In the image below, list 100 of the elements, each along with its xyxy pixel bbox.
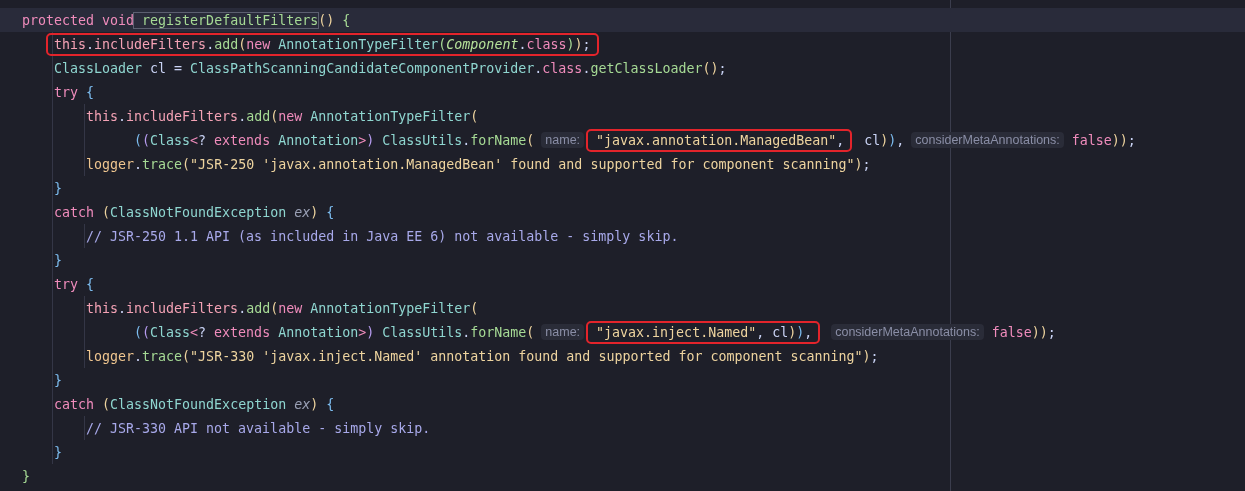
bracket: )	[880, 132, 889, 148]
method-call: trace	[142, 348, 183, 364]
type-name: Component	[446, 36, 519, 52]
keyword: extends	[213, 324, 271, 340]
bracket: )	[366, 324, 375, 340]
bracket: {	[85, 84, 95, 100]
code-text: .	[134, 156, 143, 172]
type-name: AnnotationTypeFilter	[309, 108, 471, 124]
code-text: ;	[1127, 132, 1136, 148]
type-name: AnnotationTypeFilter	[277, 36, 439, 52]
type-name: Class	[150, 324, 191, 340]
keyword: class	[542, 60, 583, 76]
string-literal: "JSR-250 'javax.annotation.ManagedBean' found and supported for component scanning"	[190, 156, 855, 172]
bracket: (	[270, 300, 279, 316]
bracket: )	[310, 396, 319, 412]
string-literal: "javax.inject.Named"	[596, 324, 757, 340]
bracket: {	[341, 12, 351, 28]
code-text: .	[86, 36, 95, 52]
bracket: (	[182, 156, 191, 172]
bracket: }	[54, 444, 62, 460]
keyword: <	[190, 132, 199, 148]
bracket: (	[134, 132, 142, 148]
type-name: Class	[150, 132, 191, 148]
parameter-hint: considerMetaAnnotations:	[831, 324, 984, 340]
code-text: ;	[870, 348, 879, 364]
bracket: )	[1031, 324, 1040, 340]
field-name: includeFilters	[126, 300, 239, 316]
code-text: ,	[756, 324, 765, 340]
bracket: )	[1119, 132, 1128, 148]
code-text: .	[534, 60, 543, 76]
code-text: ;	[582, 36, 591, 52]
keyword: protected void	[22, 12, 135, 28]
bracket: )	[574, 36, 583, 52]
string-literal: "javax.annotation.ManagedBean"	[596, 132, 837, 148]
bracket: (	[438, 36, 447, 52]
bracket: (	[526, 132, 535, 148]
bracket: {	[325, 204, 335, 220]
field-name: logger	[86, 156, 135, 172]
keyword: new	[278, 300, 303, 316]
bracket: )	[796, 324, 805, 340]
type-name: ClassLoader	[54, 60, 143, 76]
keyword: new	[278, 108, 303, 124]
bracket: )	[366, 132, 375, 148]
code-text: .	[134, 348, 143, 364]
bracket: )	[1039, 324, 1048, 340]
code-text: .	[462, 324, 471, 340]
type-name: ClassNotFoundException	[110, 396, 287, 412]
field-name: includeFilters	[126, 108, 239, 124]
code-text: .	[238, 300, 247, 316]
method-call: getClassLoader	[590, 60, 703, 76]
method-call: forName	[470, 132, 527, 148]
code-text: .	[582, 60, 591, 76]
bracket: }	[54, 372, 62, 388]
code-text: cl	[863, 132, 881, 148]
code-text: cl	[771, 324, 789, 340]
parameter-hint: considerMetaAnnotations:	[911, 132, 1064, 148]
bracket: ()	[318, 12, 335, 28]
method-call: forName	[470, 324, 527, 340]
type-name: AnnotationTypeFilter	[309, 300, 471, 316]
code-text: =	[173, 60, 183, 76]
string-literal: "JSR-330 'javax.inject.Named' annotation found and supported for component scanning"	[190, 348, 863, 364]
type-name: ClassUtils	[381, 132, 463, 148]
parameter-name: ex	[293, 204, 311, 220]
code-text: .	[118, 300, 127, 316]
code-text: ,	[896, 132, 905, 148]
field-name: this	[86, 300, 119, 316]
keyword: >	[358, 324, 367, 340]
keyword: false	[990, 324, 1032, 340]
bracket: )	[854, 156, 863, 172]
code-comment: // JSR-250 1.1 API (as included in Java EE 6) not available - simply skip.	[86, 228, 679, 244]
code-comment: // JSR-330 API not available - simply skip.	[86, 420, 431, 436]
bracket: (	[470, 300, 479, 316]
code-text: ;	[862, 156, 871, 172]
bracket: (	[270, 108, 279, 124]
bracket: )	[788, 324, 797, 340]
bracket: (	[142, 324, 151, 340]
keyword: try	[54, 84, 79, 100]
code-text: ,	[836, 132, 845, 148]
method-call: add	[246, 300, 271, 316]
type-name: Annotation	[277, 324, 359, 340]
bracket: }	[54, 252, 62, 268]
keyword: new	[246, 36, 271, 52]
keyword: catch	[54, 204, 95, 220]
bracket: {	[85, 276, 95, 292]
keyword: >	[358, 132, 367, 148]
field-name: logger	[86, 348, 135, 364]
method-call: trace	[142, 156, 183, 172]
keyword: false	[1070, 132, 1112, 148]
code-text: ?	[198, 324, 207, 340]
method-name: registerDefaultFilters	[134, 12, 319, 28]
code-text: .	[206, 36, 215, 52]
field-name: includeFilters	[94, 36, 207, 52]
keyword: <	[190, 324, 199, 340]
code-text: cl	[149, 60, 167, 76]
parameter-hint: name:	[541, 324, 585, 340]
bracket: (	[238, 36, 247, 52]
bracket: ()	[702, 60, 719, 76]
bracket: )	[888, 132, 897, 148]
keyword: try	[54, 276, 79, 292]
bracket: (	[142, 132, 151, 148]
